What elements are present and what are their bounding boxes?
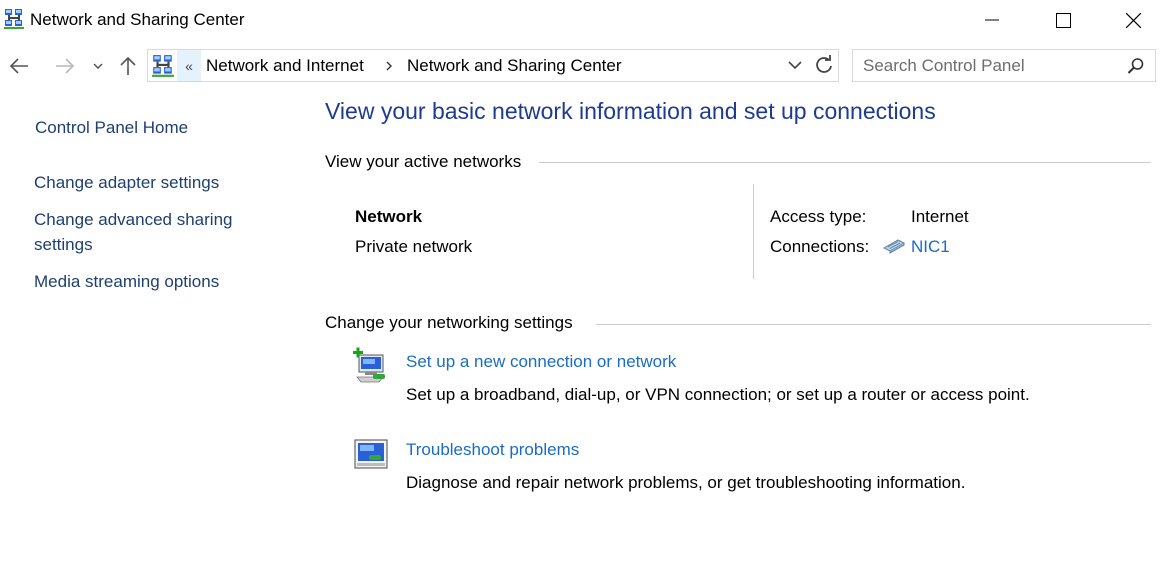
minimize-icon (985, 19, 999, 21)
active-networks-heading: View your active networks (325, 152, 522, 171)
double-chevron-left-icon: « (185, 57, 193, 74)
up-button[interactable] (114, 52, 142, 80)
setup-new-connection-link[interactable]: Set up a new connection or network (406, 352, 676, 372)
sidebar-item-label: settings (34, 235, 93, 254)
network-center-icon (152, 55, 174, 77)
forward-button[interactable] (50, 52, 80, 80)
connections-label: Connections: (770, 237, 870, 256)
minimize-button[interactable] (957, 0, 1027, 40)
address-dropdown-button[interactable] (788, 55, 802, 80)
chevron-right-icon[interactable] (386, 61, 393, 71)
forward-arrow-icon (56, 58, 75, 74)
address-bar[interactable]: « Network and Internet Network and Shari… (147, 49, 839, 82)
access-type-value: Internet (911, 207, 969, 226)
network-name: Network (355, 207, 423, 226)
sidebar-item-control-panel-home[interactable]: Control Panel Home (35, 115, 188, 140)
close-icon (1125, 12, 1141, 28)
title-bar: Network and Sharing Center (0, 0, 1168, 40)
troubleshoot-icon (354, 439, 388, 469)
search-placeholder: Search Control Panel (863, 56, 1025, 75)
breadcrumb-network-and-sharing-center[interactable]: Network and Sharing Center (407, 56, 622, 76)
refresh-icon (816, 55, 832, 73)
chevron-down-icon (93, 63, 103, 69)
section-divider (539, 162, 1151, 163)
sidebar-item-media-streaming-options[interactable]: Media streaming options (34, 269, 219, 294)
new-connection-icon (353, 347, 385, 383)
breadcrumb-network-and-internet[interactable]: Network and Internet (206, 56, 364, 76)
back-arrow-icon (9, 58, 28, 74)
network-type: Private network (355, 237, 473, 256)
ethernet-icon (882, 239, 906, 254)
connection-link-nic1[interactable]: NIC1 (911, 237, 950, 257)
change-settings-heading: Change your networking settings (325, 313, 573, 332)
maximize-icon (1055, 12, 1071, 28)
search-input[interactable]: Search Control Panel (852, 49, 1156, 82)
network-center-icon (4, 9, 24, 29)
troubleshoot-problems-link[interactable]: Troubleshoot problems (406, 440, 579, 460)
recent-locations-button[interactable] (88, 52, 108, 80)
breadcrumb-overflow-button[interactable]: « (177, 50, 201, 81)
network-divider (753, 184, 754, 279)
up-arrow-icon (120, 56, 136, 75)
back-button[interactable] (4, 52, 34, 80)
maximize-button[interactable] (1028, 0, 1098, 40)
sidebar-item-change-advanced-sharing-settings[interactable]: Change advanced sharing settings (34, 207, 232, 257)
access-type-label: Access type: (770, 207, 867, 226)
section-divider (596, 324, 1151, 325)
page-title: View your basic network information and … (325, 98, 936, 124)
troubleshoot-problems-description: Diagnose and repair network problems, or… (406, 473, 966, 492)
window-title: Network and Sharing Center (30, 10, 245, 29)
refresh-button[interactable] (814, 54, 834, 81)
search-icon[interactable] (1127, 57, 1145, 75)
sidebar-item-change-adapter-settings[interactable]: Change adapter settings (34, 170, 219, 195)
chevron-down-icon (788, 61, 802, 70)
sidebar-item-label: Change advanced sharing (34, 210, 233, 229)
close-button[interactable] (1098, 0, 1168, 40)
setup-new-connection-description: Set up a broadband, dial-up, or VPN conn… (406, 385, 1030, 404)
